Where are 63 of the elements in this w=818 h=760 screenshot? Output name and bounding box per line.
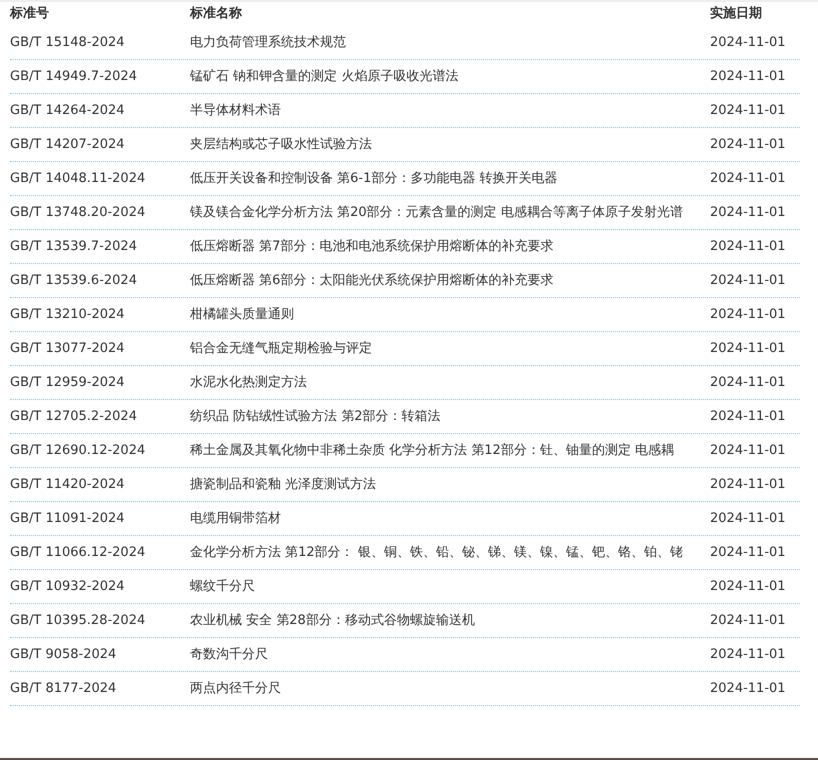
table-cell-text: 2024-11-01: [710, 136, 787, 154]
table-cell-text: 低压熔断器 第7部分：电池和电池系统保护用熔断体的补充要求: [190, 238, 554, 256]
table-cell-text: 2024-11-01: [710, 578, 787, 596]
table-cell-text: GB/T 11420-2024: [10, 476, 126, 494]
table-cell-text: GB/T 13539.6-2024: [10, 272, 138, 290]
table-cell-text: 2024-11-01: [710, 170, 787, 188]
table-cell-text: 2024-11-01: [710, 204, 787, 222]
table-cell-text: 低压开关设备和控制设备 第6-1部分：多功能电器 转换开关电器: [190, 170, 558, 188]
table-cell-text: GB/T 10932-2024: [10, 578, 126, 596]
table-cell-text: 2024-11-01: [710, 408, 787, 426]
table-cell-text: 2024-11-01: [710, 374, 787, 392]
table-cell-text: 2024-11-01: [710, 510, 787, 528]
table-cell-text: 2024-11-01: [710, 612, 787, 630]
table-cell-text: GB/T 11066.12-2024: [10, 544, 146, 562]
table-cell-text: 2024-11-01: [710, 238, 787, 256]
table-cell-text: 2024-11-01: [710, 272, 787, 290]
table-cell-text: 铝合金无缝气瓶定期检验与评定: [190, 340, 373, 358]
table-cell-text: 电缆用铜带箔材: [190, 510, 282, 528]
table-cell-text: 2024-11-01: [710, 680, 787, 698]
table-cell-text: GB/T 14949.7-2024: [10, 68, 138, 86]
table-cell-text: 电力负荷管理系统技术规范: [190, 34, 347, 52]
table-cell-text: 低压熔断器 第6部分：太阳能光伏系统保护用熔断体的补充要求: [190, 272, 554, 290]
table-cell-text: 2024-11-01: [710, 340, 787, 358]
table-cell-text: 2024-11-01: [710, 102, 787, 120]
column-header: 标准名称: [190, 5, 243, 22]
table-cell-text: 2024-11-01: [710, 544, 787, 562]
table-cell-text: 2024-11-01: [710, 306, 787, 324]
table-cell-text: 柑橘罐头质量通则: [190, 306, 295, 324]
table-cell-text: 两点内径千分尺: [190, 680, 282, 698]
table-cell-text: 锰矿石 钠和钾含量的测定 火焰原子吸收光谱法: [190, 68, 460, 86]
table-cell-text: GB/T 12959-2024: [10, 374, 126, 392]
table-cell-text: GB/T 14207-2024: [10, 136, 126, 154]
table-cell-text: GB/T 14264-2024: [10, 102, 126, 120]
table-cell-text: 2024-11-01: [710, 68, 787, 86]
table-cell-text: GB/T 15148-2024: [10, 34, 126, 52]
table-cell-text: GB/T 11091-2024: [10, 510, 126, 528]
table-cell-text: GB/T 12690.12-2024: [10, 442, 146, 460]
table-cell-text: GB/T 8177-2024: [10, 680, 118, 698]
table-cell-text: 2024-11-01: [710, 476, 787, 494]
table-cell-text: 夹层结构或芯子吸水性试验方法: [190, 136, 373, 154]
table-cell-text: GB/T 12705.2-2024: [10, 408, 138, 426]
table-cell-text: 农业机械 安全 第28部分：移动式谷物螺旋输送机: [190, 612, 476, 630]
table-cell-text: 纺织品 防钻绒性试验方法 第2部分：转箱法: [190, 408, 442, 426]
table-cell-text: GB/T 10395.28-2024: [10, 612, 146, 630]
table-cell-text: 水泥水化热测定方法: [190, 374, 308, 392]
table-cell-text: GB/T 13539.7-2024: [10, 238, 138, 256]
table-cell-text: 螺纹千分尺: [190, 578, 256, 596]
column-header: 实施日期: [710, 4, 763, 22]
table-cell-text: 金化学分析方法 第12部分： 银、铜、铁、铅、铋、锑、镁、镍、锰、钯、铬、铂、铑: [190, 544, 684, 562]
table-cell-text: 半导体材料术语: [190, 102, 282, 120]
table-cell-text: 2024-11-01: [710, 34, 787, 52]
column-header: 标准号: [10, 5, 50, 22]
table-cell-text: GB/T 13210-2024: [10, 306, 126, 324]
table-cell-text: 搪瓷制品和瓷釉 光泽度测试方法: [190, 476, 378, 494]
table-cell-text: 镁及镁合金化学分析方法 第20部分：元素含量的测定 电感耦合等离子体原子发射光谱: [190, 204, 684, 222]
table-cell-text: 2024-11-01: [710, 646, 787, 664]
table-cell-text: GB/T 13077-2024: [10, 340, 126, 358]
table-cell-text: 2024-11-01: [710, 442, 787, 460]
table-cell-text: 奇数沟千分尺: [190, 646, 269, 664]
table-cell-text: GB/T 14048.11-2024: [10, 170, 146, 188]
table-cell-text: GB/T 13748.20-2024: [10, 204, 146, 222]
table-cell-text: 稀土金属及其氧化物中非稀土杂质 化学分析方法 第12部分：钍、铀量的测定 电感耦: [190, 442, 675, 460]
table-cell-text: GB/T 9058-2024: [10, 646, 118, 664]
